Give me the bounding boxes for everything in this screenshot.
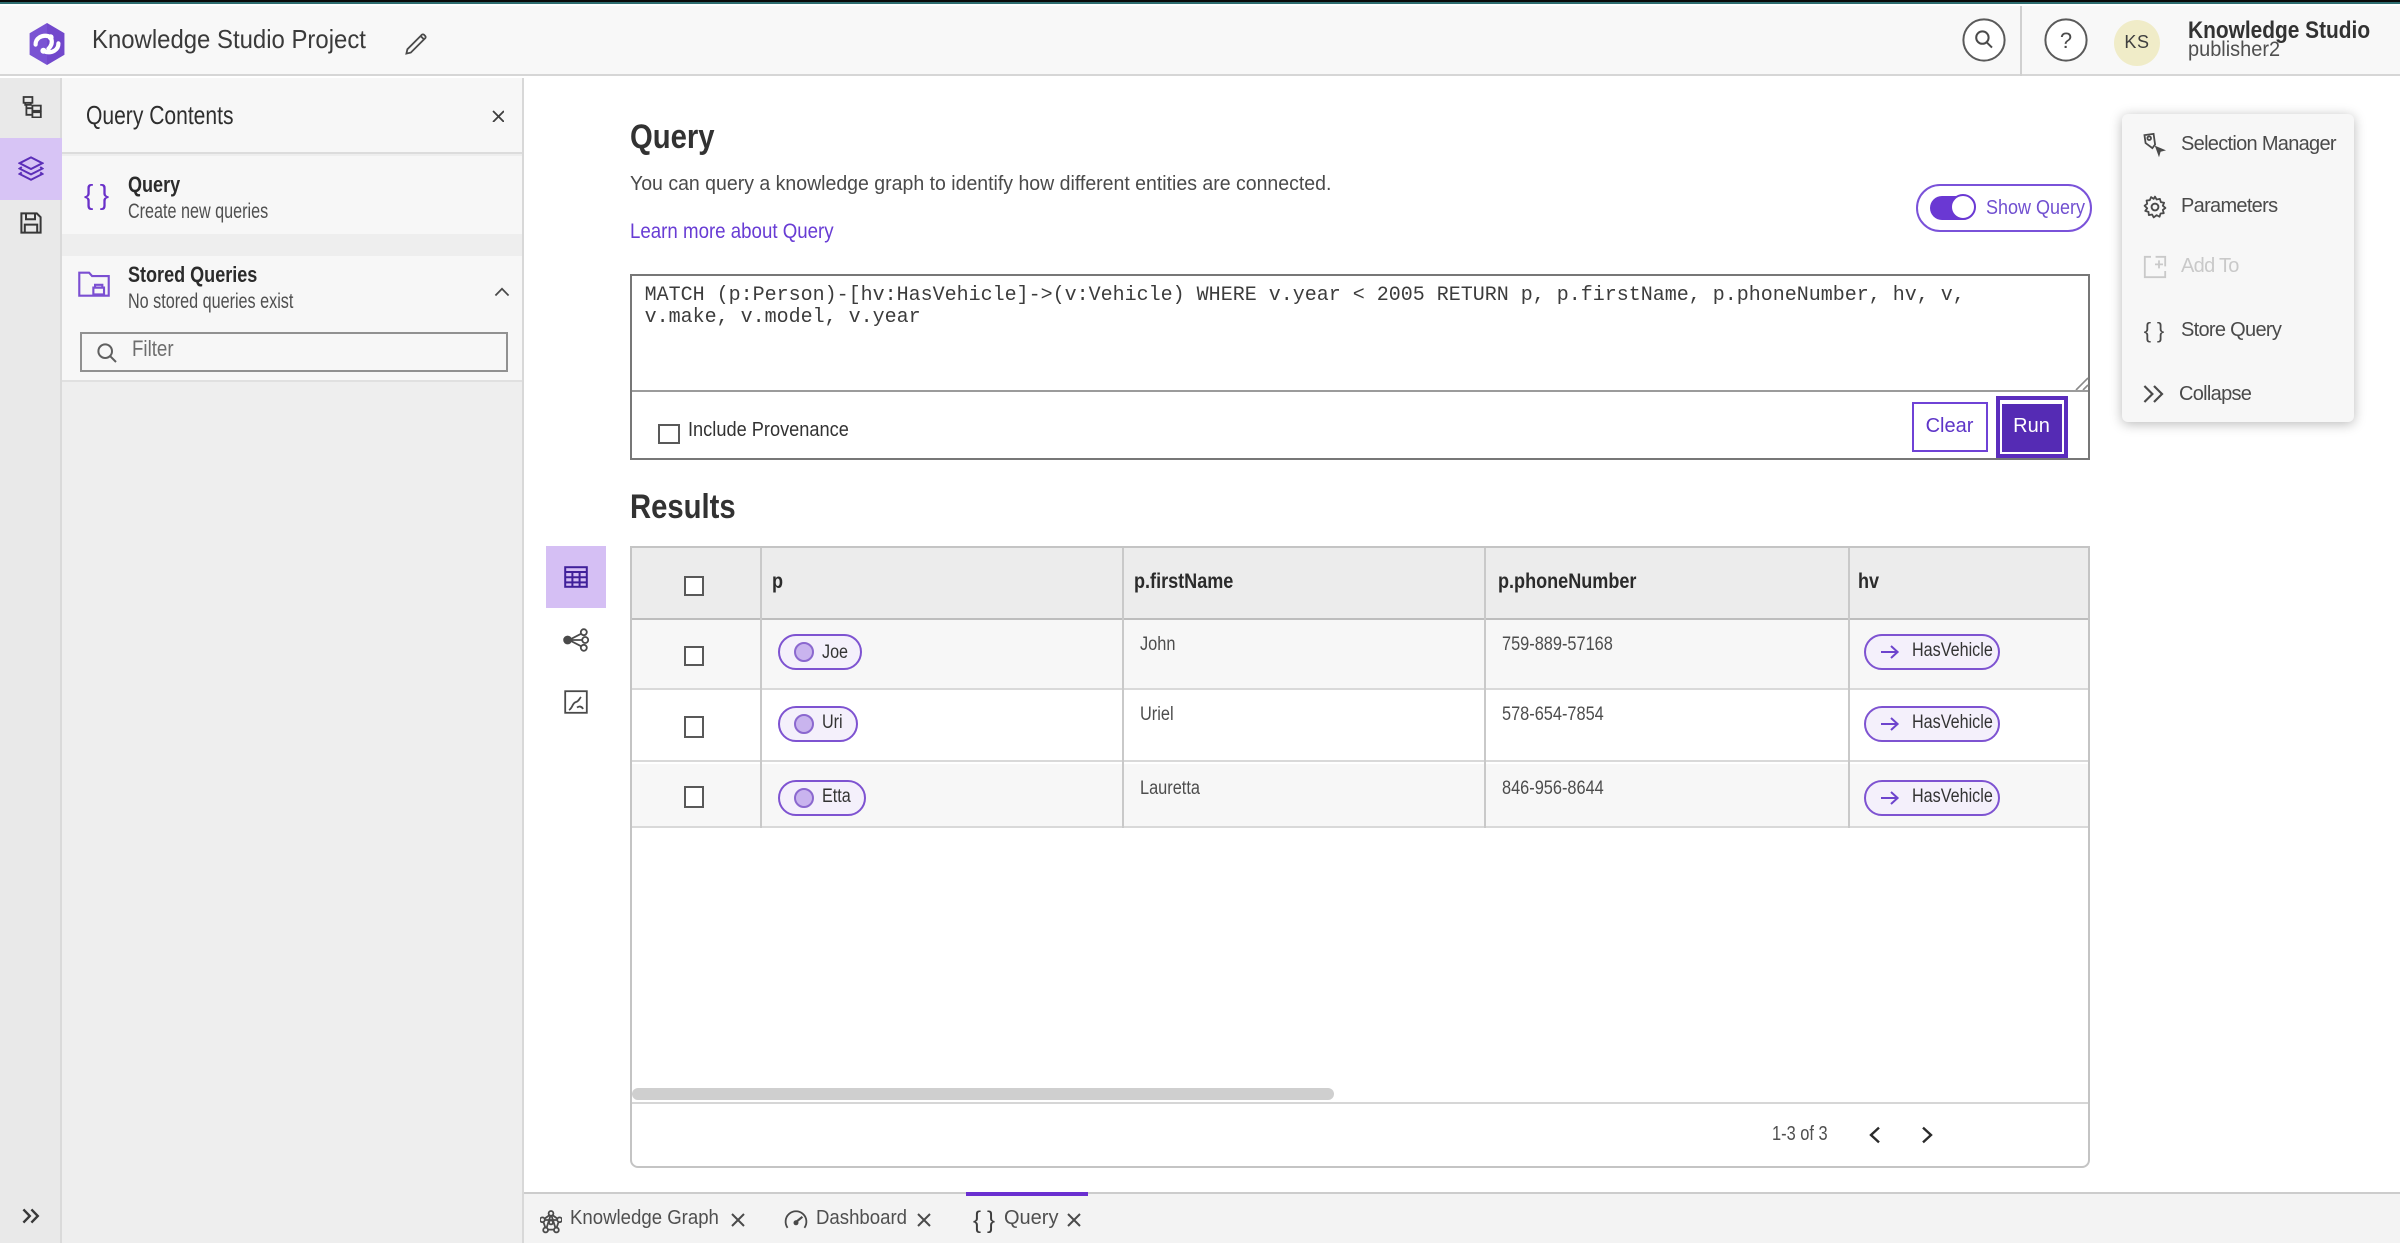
svg-text:?: ?	[2060, 28, 2072, 53]
